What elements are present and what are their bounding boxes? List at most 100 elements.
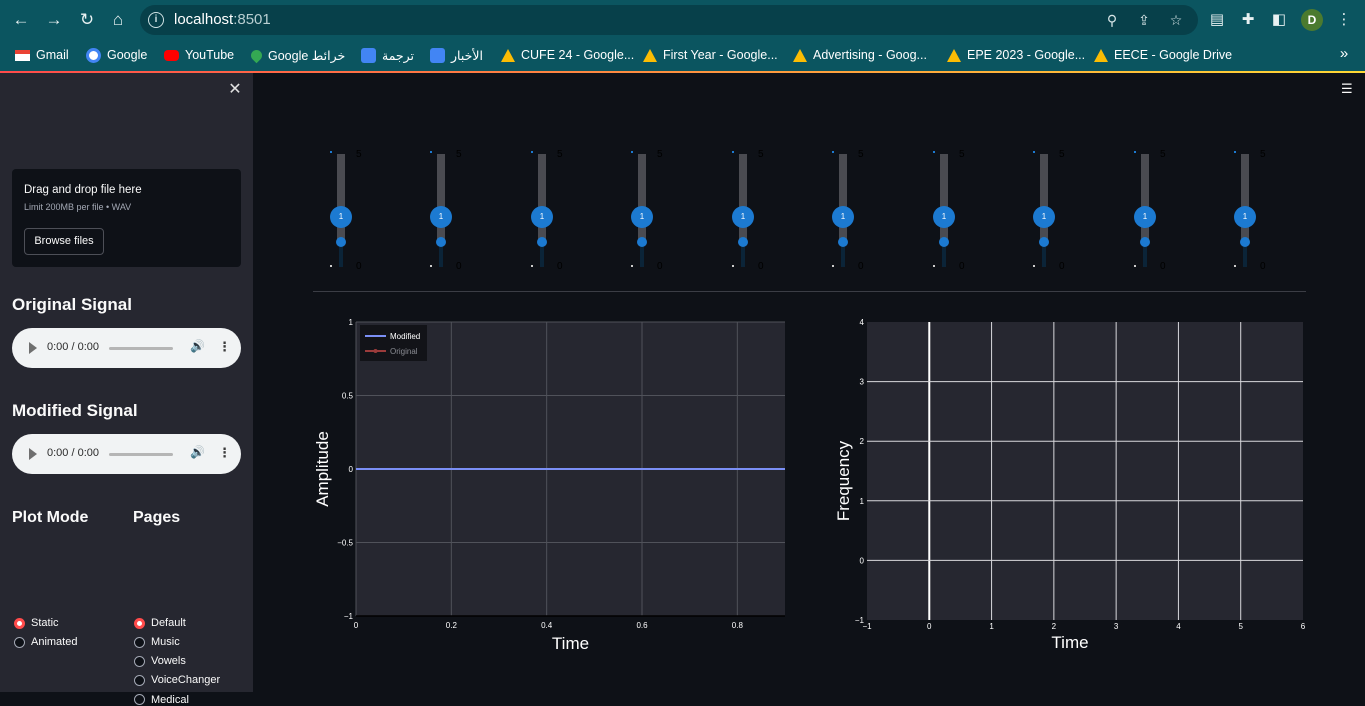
radio-option[interactable]: Default [134, 617, 186, 629]
amplitude-chart[interactable]: 0 0.2 0.4 0.6 0.8 1 0.5 0 −0.5 −1 Modified Original… [305, 312, 795, 658]
zoom-icon[interactable]: ⚲ [1102, 10, 1122, 30]
slider-knob[interactable] [1039, 237, 1049, 247]
slider-track[interactable] [940, 154, 948, 242]
radio-option[interactable]: Music [134, 636, 180, 648]
modified-audio-player[interactable]: 0:00 / 0:00 🔊 ⋮ [12, 434, 241, 474]
gain-slider[interactable]: 1 5 0 [531, 147, 575, 272]
bookmark-item[interactable]: Gmail [15, 45, 69, 65]
slider-handle[interactable]: 1 [430, 206, 452, 229]
slider-handle[interactable]: 1 [1033, 206, 1055, 229]
gain-slider[interactable]: 1 5 0 [832, 147, 876, 272]
more-options-icon[interactable]: ⋮ [218, 339, 231, 355]
gain-slider[interactable]: 1 5 0 [330, 147, 374, 272]
slider-knob[interactable] [738, 237, 748, 247]
gain-slider[interactable]: 1 5 0 [1033, 147, 1077, 272]
site-info-icon[interactable]: i [148, 12, 164, 28]
hamburger-menu-icon[interactable]: ☰ [1341, 82, 1355, 95]
address-bar[interactable]: i localhost:8501 ⚲ ⇪ ☆ [140, 5, 1198, 35]
reload-icon[interactable]: ↻ [76, 9, 98, 31]
radio-option[interactable]: Animated [14, 636, 77, 648]
slider-handle[interactable]: 1 [631, 206, 653, 229]
radio-button[interactable] [14, 636, 25, 648]
gain-slider[interactable]: 1 5 0 [933, 147, 977, 272]
radio-option[interactable]: VoiceChanger [134, 674, 220, 686]
bookmark-item[interactable]: Advertising - Goog... [793, 45, 927, 65]
slider-track[interactable] [1141, 154, 1149, 242]
profile-avatar[interactable]: D [1301, 9, 1323, 31]
play-icon[interactable] [29, 448, 37, 460]
volume-icon[interactable]: 🔊 [190, 445, 205, 459]
volume-icon[interactable]: 🔊 [190, 339, 205, 353]
bookmark-item[interactable]: ترجمة [361, 45, 414, 65]
play-icon[interactable] [29, 342, 37, 354]
browser-menu-icon[interactable]: ⋮ [1333, 9, 1355, 31]
slider-handle[interactable]: 1 [1234, 206, 1256, 229]
radio-button[interactable] [134, 655, 145, 667]
slider-knob[interactable] [1240, 237, 1250, 247]
bookmark-item[interactable]: Google [86, 45, 147, 65]
extensions-puzzle-icon[interactable]: ✚ [1237, 9, 1259, 31]
radio-option[interactable]: Static [14, 617, 59, 629]
slider-knob[interactable] [336, 237, 346, 247]
radio-button[interactable] [134, 674, 145, 686]
slider-knob[interactable] [537, 237, 547, 247]
bookmark-item[interactable]: First Year - Google... [643, 45, 778, 65]
radio-button[interactable] [134, 694, 145, 705]
slider-knob[interactable] [637, 237, 647, 247]
bookmark-item[interactable]: EPE 2023 - Google... [947, 45, 1085, 65]
gain-slider[interactable]: 1 5 0 [430, 147, 474, 272]
file-uploader[interactable]: Drag and drop file here Limit 200MB per … [12, 169, 241, 267]
radio-button[interactable] [134, 636, 145, 648]
browse-files-button[interactable]: Browse files [24, 228, 104, 255]
close-sidebar-icon[interactable]: ✕ [227, 81, 243, 99]
slider-track[interactable] [638, 154, 646, 242]
slider-handle[interactable]: 1 [1134, 206, 1156, 229]
slider-knob[interactable] [436, 237, 446, 247]
bookmark-star-icon[interactable]: ☆ [1166, 10, 1186, 30]
bookmark-item[interactable]: Google خرائط [248, 45, 345, 65]
slider-knob[interactable] [939, 237, 949, 247]
slider-knob[interactable] [1140, 237, 1150, 247]
slider-min-label: 0 [1160, 261, 1166, 272]
slider-track[interactable] [1040, 154, 1048, 242]
slider-knob[interactable] [838, 237, 848, 247]
slider-handle[interactable]: 1 [330, 206, 352, 229]
audio-progress[interactable] [109, 347, 173, 350]
back-icon[interactable]: ← [10, 9, 32, 31]
drive-icon [1094, 48, 1108, 62]
spectrogram-chart[interactable]: −1 0 1 2 3 4 5 643210−1TimeFrequency [825, 312, 1315, 658]
more-options-icon[interactable]: ⋮ [218, 445, 231, 461]
slider-track[interactable] [538, 154, 546, 242]
radio-option[interactable]: Medical [134, 694, 189, 706]
radio-button[interactable] [14, 617, 25, 629]
slider-track[interactable] [839, 154, 847, 242]
audio-progress[interactable] [109, 453, 173, 456]
slider-track[interactable] [1241, 154, 1249, 242]
gain-slider[interactable]: 1 5 0 [732, 147, 776, 272]
radio-option[interactable]: Vowels [134, 655, 186, 667]
more-bookmarks-icon[interactable]: » [1333, 43, 1355, 65]
bookmark-item[interactable]: EECE - Google Drive [1094, 45, 1232, 65]
legend-label: Modified [390, 332, 420, 341]
share-icon[interactable]: ⇪ [1134, 10, 1154, 30]
side-panel-icon[interactable]: ◧ [1268, 9, 1290, 31]
slider-track[interactable] [337, 154, 345, 242]
slider-max-label: 5 [959, 149, 965, 160]
bookmark-item[interactable]: YouTube [164, 45, 234, 65]
slider-handle[interactable]: 1 [933, 206, 955, 229]
pdf-extension-icon[interactable]: ▤ [1206, 9, 1228, 31]
gain-slider[interactable]: 1 5 0 [1134, 147, 1178, 272]
home-icon[interactable]: ⌂ [107, 9, 129, 31]
slider-handle[interactable]: 1 [732, 206, 754, 229]
slider-handle[interactable]: 1 [531, 206, 553, 229]
bookmark-item[interactable]: CUFE 24 - Google... [501, 45, 634, 65]
gain-slider[interactable]: 1 5 0 [631, 147, 675, 272]
bookmark-item[interactable]: الأخبار [430, 45, 483, 65]
gain-slider[interactable]: 1 5 0 [1234, 147, 1278, 272]
slider-track[interactable] [437, 154, 445, 242]
slider-handle[interactable]: 1 [832, 206, 854, 229]
radio-button[interactable] [134, 617, 145, 629]
forward-icon[interactable]: → [43, 9, 65, 31]
original-audio-player[interactable]: 0:00 / 0:00 🔊 ⋮ [12, 328, 241, 368]
slider-track[interactable] [739, 154, 747, 242]
